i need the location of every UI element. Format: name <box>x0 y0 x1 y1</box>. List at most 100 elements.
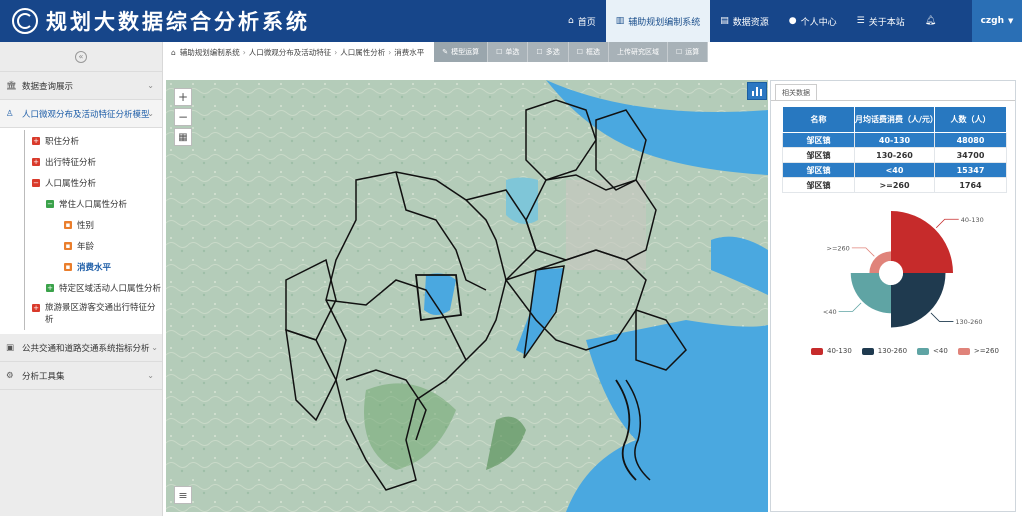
menu-icon[interactable]: ≡ <box>174 486 192 504</box>
sidebar-collapse-row: « <box>0 42 162 72</box>
legend-item[interactable]: >=260 <box>957 347 999 355</box>
table-row[interactable]: 邹区镇 <40 15347 <box>782 162 1007 178</box>
tree-item-consumption[interactable]: ▪ 消费水平 <box>0 256 162 277</box>
tree-label: 出行特征分析 <box>45 157 97 168</box>
gear-icon: ⚙︎ <box>6 370 14 381</box>
nav-about-label: 关于本站 <box>868 17 905 28</box>
nav-planning-system[interactable]: ▥ 辅助规划编制系统 <box>605 0 711 42</box>
user-menu[interactable]: czgh ▼ <box>972 0 1022 42</box>
legend-swatch <box>957 347 970 355</box>
tool-label: 模型运算 <box>451 48 480 56</box>
nav-notifications[interactable]: 🔔︎ <box>915 0 950 42</box>
tool-label: 多选 <box>545 48 560 56</box>
tab-related-data[interactable]: 相关数据 <box>775 84 817 100</box>
chart-toggle-button[interactable] <box>747 82 767 100</box>
table-row[interactable]: 邹区镇 130-260 34700 <box>782 147 1007 163</box>
collapse-sidebar-icon[interactable]: « <box>75 50 87 63</box>
sidebar-item-label: 公共交通和道路交通系统指标分析 <box>22 343 150 354</box>
chevron-down-icon: ⌄ <box>147 109 154 118</box>
nav-home[interactable]: ⌂ 首页 <box>558 0 606 42</box>
legend-label: 130-260 <box>877 347 908 355</box>
tree-item-resident[interactable]: − 常住人口属性分析 <box>0 193 162 214</box>
legend-item[interactable]: 130-260 <box>861 347 908 355</box>
breadcrumb-item[interactable]: 人口微观分布及活动特征 <box>249 47 332 58</box>
expand-plus-icon[interactable]: + <box>32 157 40 166</box>
sidebar-item-data-query[interactable]: 🏛︎ 数据查询展示 ⌄ <box>0 72 162 100</box>
rose-chart-svg: 40-130 130-260 <40 >=260 <box>823 211 984 328</box>
legend-label: 40-130 <box>827 347 852 355</box>
nav-personal-center[interactable]: ● 个人中心 <box>779 0 847 42</box>
zoom-in-icon[interactable]: + <box>174 88 192 106</box>
collapse-minus-icon[interactable]: − <box>46 199 54 208</box>
sidebar: « 🏛︎ 数据查询展示 ⌄ ♙ 人口微观分布及活动特征分析模型 ⌄ + 职住分析… <box>0 42 163 516</box>
breadcrumb-item-current: 消费水平 <box>394 47 425 57</box>
layers-icon[interactable]: ▦ <box>174 128 192 146</box>
sidebar-item-population-model[interactable]: ♙ 人口微观分布及活动特征分析模型 ⌄ <box>0 100 162 128</box>
zoom-out-icon[interactable]: − <box>174 108 192 126</box>
col-monthly-spend: 月均话费消费（人/元） <box>854 106 938 133</box>
tree-line <box>24 151 25 172</box>
tool-label: 上传研究区域 <box>616 48 659 56</box>
tree-item-tourism[interactable]: + 旅游景区游客交通出行特征分析 <box>0 298 162 330</box>
cell-range: 130-260 <box>854 147 935 163</box>
tree-item-job-housing[interactable]: + 职住分析 <box>0 130 162 151</box>
tree-item-special-area[interactable]: + 特定区域活动人口属性分析 <box>0 277 162 298</box>
home-icon: ⌂ <box>568 16 574 26</box>
tree-line <box>24 172 25 193</box>
legend-label: >=260 <box>973 347 999 355</box>
model-compute-button[interactable]: ✎ 模型运算 <box>434 42 489 62</box>
breadcrumb-item[interactable]: 辅助规划编制系统 <box>180 47 240 58</box>
breadcrumb-item[interactable]: 人口属性分析 <box>340 47 385 58</box>
sidebar-item-label: 分析工具集 <box>22 371 65 382</box>
data-panel: 相关数据 名称 月均话费消费（人/元） 人数（人） 邹区镇 40-130 480… <box>770 80 1016 512</box>
expand-plus-icon[interactable]: + <box>46 283 54 292</box>
bus-icon: ▣ <box>6 342 15 353</box>
tree-item-gender[interactable]: ▪ 性别 <box>0 214 162 235</box>
slice-label: <40 <box>823 308 837 316</box>
legend-item[interactable]: <40 <box>917 347 948 355</box>
nav-data-resources[interactable]: ▤ 数据资源 <box>710 0 779 42</box>
tree-item-pop-attr[interactable]: − 人口属性分析 <box>0 172 162 193</box>
slice-leader-line <box>930 312 954 322</box>
box-select-button[interactable]: ☐ 框选 <box>568 42 609 62</box>
compute-button[interactable]: ☐ 运算 <box>667 42 709 62</box>
upload-area-button[interactable]: 上传研究区域 <box>608 42 668 62</box>
tree-item-age[interactable]: ▪ 年龄 <box>0 235 162 256</box>
list-icon: ☰ <box>856 16 865 26</box>
tree-line <box>24 193 25 214</box>
top-header: 规划大数据综合分析系统 ⌂ 首页 ▥ 辅助规划编制系统 ▤ 数据资源 ● 个人中… <box>0 0 1022 42</box>
sidebar-item-transit[interactable]: ▣ 公共交通和道路交通系统指标分析 ⌄ <box>0 334 162 362</box>
tree-label: 职住分析 <box>45 136 80 147</box>
home-icon[interactable]: ⌂ <box>171 48 176 57</box>
map-toolbar: ✎ 模型运算 ☐ 单选 ☐ 多选 ☐ 框选 上传研究区域 ☐ 运算 <box>434 42 709 62</box>
cell-count: 1764 <box>934 177 1007 193</box>
tree-item-trip[interactable]: + 出行特征分析 <box>0 151 162 172</box>
checkbox-icon: ☐ <box>536 48 543 56</box>
tree-label: 年龄 <box>77 241 95 252</box>
single-select-button[interactable]: ☐ 单选 <box>488 42 529 62</box>
tree-line <box>24 298 25 330</box>
chart-icon: ▥ <box>615 16 625 26</box>
col-population: 人数（人） <box>934 106 1007 133</box>
nav-about[interactable]: ☰ 关于本站 <box>847 0 915 42</box>
bar-chart-icon <box>752 91 754 96</box>
tree-line <box>24 235 25 256</box>
cell-range: >=260 <box>854 177 935 193</box>
logo-icon <box>12 8 38 34</box>
legend-item[interactable]: 40-130 <box>811 347 852 355</box>
nav-data-label: 数据资源 <box>732 17 769 28</box>
sidebar-item-tools[interactable]: ⚙︎ 分析工具集 ⌄ <box>0 362 162 390</box>
expand-plus-icon[interactable]: + <box>32 304 40 312</box>
expand-plus-icon[interactable]: + <box>32 136 40 145</box>
consumption-table: 名称 月均话费消费（人/元） 人数（人） 邹区镇 40-130 48080 邹区… <box>782 106 1007 193</box>
collapse-minus-icon[interactable]: − <box>32 178 40 187</box>
bank-icon: 🏛︎ <box>6 80 17 91</box>
legend-swatch <box>917 347 930 355</box>
sidebar-item-label: 人口微观分布及活动特征分析模型 <box>22 109 150 120</box>
map-view[interactable]: + − ▦ ≡ <box>166 80 768 512</box>
table-row[interactable]: 邹区镇 40-130 48080 <box>782 132 1007 148</box>
bar-chart-icon-bar <box>760 89 762 96</box>
multi-select-button[interactable]: ☐ 多选 <box>528 42 569 62</box>
breadcrumb-separator: › <box>388 47 392 57</box>
table-row[interactable]: 邹区镇 >=260 1764 <box>782 177 1007 193</box>
